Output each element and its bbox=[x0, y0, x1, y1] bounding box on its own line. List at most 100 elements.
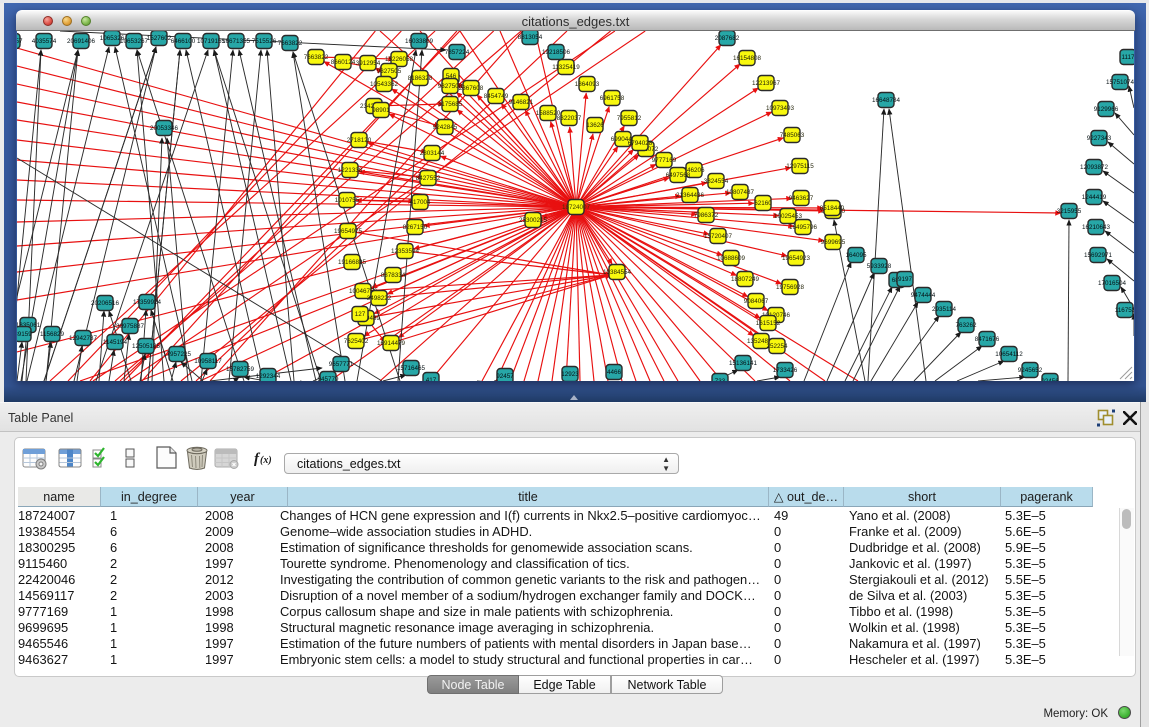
svg-text:6961758: 6961758 bbox=[600, 95, 625, 102]
svg-text:10973493: 10973493 bbox=[766, 105, 795, 112]
svg-text:98901: 98901 bbox=[372, 107, 390, 114]
svg-text:6497568: 6497568 bbox=[666, 172, 691, 179]
svg-text:10654112: 10654112 bbox=[995, 351, 1023, 358]
svg-text:16648784: 16648784 bbox=[872, 97, 901, 104]
svg-text:7857224: 7857224 bbox=[445, 49, 470, 56]
svg-text:9227343: 9227343 bbox=[1087, 135, 1112, 142]
svg-text:12213967: 12213967 bbox=[752, 80, 781, 87]
svg-text:92457: 92457 bbox=[496, 373, 514, 380]
svg-text:733: 733 bbox=[715, 378, 726, 381]
svg-text:(x): (x) bbox=[260, 455, 272, 466]
svg-text:15716465: 15716465 bbox=[397, 365, 426, 372]
svg-text:1527602: 1527602 bbox=[147, 35, 172, 42]
svg-text:7515526: 7515526 bbox=[252, 38, 277, 45]
svg-text:1864093: 1864093 bbox=[575, 81, 600, 88]
svg-text:8322037: 8322037 bbox=[557, 115, 582, 122]
svg-text:9084067: 9084067 bbox=[744, 298, 769, 305]
svg-text:12923: 12923 bbox=[561, 371, 579, 378]
svg-text:19654975: 19654975 bbox=[334, 228, 363, 235]
svg-text:8660124: 8660124 bbox=[331, 59, 356, 66]
svg-text:19756928: 19756928 bbox=[776, 284, 805, 291]
svg-text:2087682: 2087682 bbox=[715, 35, 740, 42]
svg-text:19654923: 19654923 bbox=[782, 255, 811, 262]
svg-text:17359924: 17359924 bbox=[133, 299, 162, 306]
svg-text:21364436: 21364436 bbox=[676, 192, 705, 199]
svg-text:19384554: 19384554 bbox=[603, 269, 632, 276]
svg-text:9245652: 9245652 bbox=[1018, 367, 1043, 374]
svg-text:9777169: 9777169 bbox=[652, 157, 677, 164]
svg-text:62160: 62160 bbox=[754, 200, 772, 207]
svg-text:8267150: 8267150 bbox=[403, 224, 428, 231]
svg-text:39159: 39159 bbox=[17, 331, 32, 338]
svg-text:6794028: 6794028 bbox=[628, 140, 653, 147]
svg-text:10958117: 10958117 bbox=[194, 358, 222, 365]
svg-text:2367608: 2367608 bbox=[459, 85, 484, 92]
svg-text:1615152: 1615152 bbox=[756, 320, 781, 327]
svg-text:2718120: 2718120 bbox=[347, 137, 372, 144]
svg-text:16782759: 16782759 bbox=[226, 366, 255, 373]
svg-text:10653267: 10653267 bbox=[120, 38, 149, 45]
svg-text:8186328: 8186328 bbox=[408, 75, 433, 82]
svg-text:12093872: 12093872 bbox=[1080, 164, 1109, 171]
svg-text:16033809: 16033809 bbox=[405, 38, 434, 45]
svg-text:12353594: 12353594 bbox=[391, 248, 420, 255]
svg-text:1117: 1117 bbox=[1121, 54, 1134, 61]
svg-text:1145194: 1145194 bbox=[103, 339, 128, 346]
svg-text:9463627: 9463627 bbox=[789, 195, 814, 202]
svg-text:945779: 945779 bbox=[317, 376, 339, 381]
svg-text:417004: 417004 bbox=[409, 199, 431, 206]
svg-text:30975887: 30975887 bbox=[116, 323, 145, 330]
svg-text:25300215: 25300215 bbox=[519, 217, 548, 224]
svg-text:15720407: 15720407 bbox=[704, 233, 733, 240]
svg-text:7625402: 7625402 bbox=[344, 338, 369, 345]
svg-text:16210643: 16210643 bbox=[1082, 224, 1111, 231]
svg-text:2935114: 2935114 bbox=[932, 306, 957, 313]
svg-text:9699695: 9699695 bbox=[821, 239, 846, 246]
svg-text:19166825: 19166825 bbox=[338, 259, 367, 266]
svg-text:3498222: 3498222 bbox=[367, 295, 392, 302]
svg-text:10543362: 10543362 bbox=[370, 81, 399, 88]
svg-text:13626: 13626 bbox=[586, 122, 604, 129]
svg-text:9657771: 9657771 bbox=[329, 361, 354, 368]
svg-text:8878334: 8878334 bbox=[381, 272, 406, 279]
svg-text:10688609: 10688609 bbox=[717, 255, 746, 262]
svg-text:12942737: 12942737 bbox=[69, 335, 98, 342]
svg-text:17016504: 17016504 bbox=[1098, 280, 1127, 287]
svg-text:4466: 4466 bbox=[607, 369, 622, 376]
svg-text:8427552: 8427552 bbox=[416, 175, 441, 182]
svg-text:10807487: 10807487 bbox=[726, 189, 755, 196]
svg-text:3824554: 3824554 bbox=[704, 178, 729, 185]
svg-text:16914479: 16914479 bbox=[377, 340, 406, 347]
svg-text:417: 417 bbox=[426, 377, 437, 381]
svg-text:17957225: 17957225 bbox=[163, 351, 192, 358]
svg-text:9242845: 9242845 bbox=[433, 124, 458, 131]
svg-text:1156829: 1156829 bbox=[40, 331, 65, 338]
svg-text:8471676: 8471676 bbox=[975, 336, 1000, 343]
svg-text:7955812: 7955812 bbox=[617, 115, 642, 122]
svg-text:9474444: 9474444 bbox=[911, 292, 936, 299]
svg-text:116753: 116753 bbox=[1115, 307, 1134, 314]
svg-text:12505185: 12505185 bbox=[132, 343, 161, 350]
svg-text:92456: 92456 bbox=[1041, 378, 1059, 381]
svg-text:1221338: 1221338 bbox=[338, 167, 363, 174]
svg-text:16154808: 16154808 bbox=[733, 55, 762, 62]
svg-text:8454749: 8454749 bbox=[484, 93, 509, 100]
svg-text:1010755: 1010755 bbox=[335, 197, 360, 204]
svg-text:7663822: 7663822 bbox=[304, 54, 329, 61]
svg-text:20691406: 20691406 bbox=[67, 38, 96, 45]
svg-text:2803144: 2803144 bbox=[420, 150, 445, 157]
svg-text:16495796: 16495796 bbox=[789, 224, 818, 231]
svg-text:18807249: 18807249 bbox=[731, 276, 760, 283]
svg-text:19218506: 19218506 bbox=[542, 49, 571, 56]
svg-text:3215955: 3215955 bbox=[1057, 208, 1082, 215]
svg-text:15692971: 15692971 bbox=[1084, 252, 1113, 259]
svg-text:164095: 164095 bbox=[845, 252, 867, 259]
svg-text:12975115: 12975115 bbox=[786, 163, 814, 170]
svg-text:9197: 9197 bbox=[898, 276, 913, 283]
svg-text:11325419: 11325419 bbox=[552, 64, 580, 71]
svg-text:6466100: 6466100 bbox=[171, 38, 196, 45]
svg-text:8813054: 8813054 bbox=[518, 34, 543, 41]
svg-text:9129966: 9129966 bbox=[1094, 106, 1119, 113]
svg-text:3175685: 3175685 bbox=[438, 101, 463, 108]
svg-text:7485063: 7485063 bbox=[780, 132, 805, 139]
